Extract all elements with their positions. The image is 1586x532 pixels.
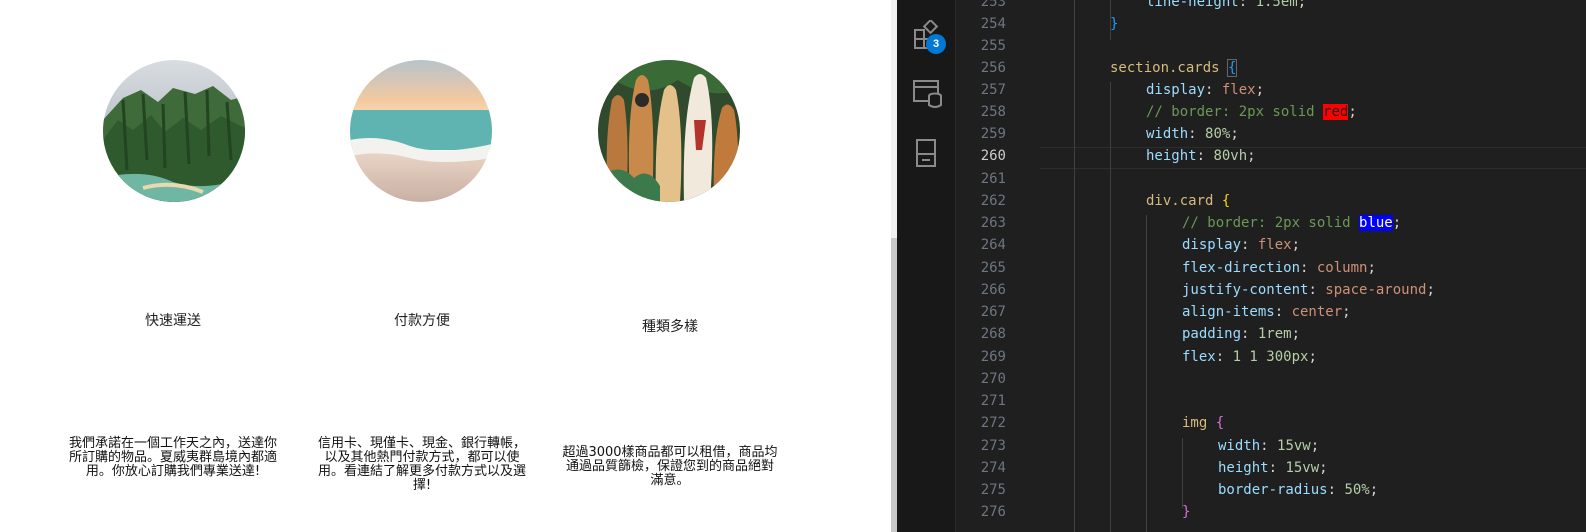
- code-line-265: flex-direction: column;: [1182, 260, 1376, 276]
- code-line-260: height: 80vh;: [1146, 148, 1256, 164]
- code-line-272: img {: [1182, 415, 1225, 431]
- line-number: 262: [980, 193, 1006, 209]
- line-number: 259: [980, 126, 1006, 142]
- line-number: 272: [980, 415, 1006, 431]
- line-number: 270: [980, 371, 1006, 387]
- card-title: 快速運送: [145, 313, 201, 329]
- line-number: 268: [980, 326, 1006, 342]
- card-title: 付款方便: [394, 313, 450, 329]
- color-swatch-blue: blue: [1359, 215, 1393, 231]
- card-description: 超過3000樣商品都可以租借，商品均通過品質篩檢，保證您到的商品絕對滿意。: [562, 445, 778, 488]
- code-line-266: justify-content: space-around;: [1182, 282, 1435, 298]
- indent-guide: [1182, 438, 1183, 508]
- mountain-cliffs-image: [103, 60, 245, 202]
- code-line-276: }: [1182, 504, 1191, 520]
- line-number: 253: [980, 0, 1006, 10]
- code-line-273: width: 15vw;: [1218, 438, 1320, 454]
- code-line-264: display: flex;: [1182, 237, 1301, 253]
- code-line-269: flex: 1 1 300px;: [1182, 349, 1317, 365]
- line-number: 265: [980, 260, 1006, 276]
- card-title: 種類多樣: [642, 319, 698, 335]
- line-number: 266: [980, 282, 1006, 298]
- card-fast-delivery: 快速運送 我們承諾在一個工作天之內，送達你所訂購的物品。夏威夷群島境內都適用。你…: [53, 0, 293, 532]
- code-editor[interactable]: line-height: 1.5em; } section.cards { di…: [1040, 0, 1586, 532]
- code-line-253: line-height: 1.5em;: [1146, 0, 1307, 10]
- line-number: 273: [980, 438, 1006, 454]
- database-icon[interactable]: [913, 78, 942, 108]
- indent-guide: [1110, 82, 1111, 532]
- color-swatch-red: red: [1323, 104, 1349, 120]
- surfboards-image: [598, 60, 740, 202]
- code-line-257: display: flex;: [1146, 82, 1265, 98]
- code-line-258: // border: 2px solid red;: [1146, 104, 1357, 120]
- line-number: 258: [980, 104, 1006, 120]
- current-line-highlight: [1040, 147, 1586, 169]
- indent-guide: [1146, 215, 1147, 532]
- indent-guide: [1074, 0, 1075, 532]
- line-number-gutter: 253 254 255 256 257 258 259 260 261 262 …: [956, 0, 1040, 532]
- code-line-267: align-items: center;: [1182, 304, 1351, 320]
- line-number-active: 260: [980, 148, 1006, 164]
- code-line-275: border-radius: 50%;: [1218, 482, 1379, 498]
- beach-waves-image: [350, 60, 492, 202]
- line-number: 267: [980, 304, 1006, 320]
- code-line-254: }: [1110, 16, 1119, 32]
- line-number: 264: [980, 237, 1006, 253]
- code-line-262: div.card {: [1146, 193, 1231, 209]
- code-line-256: section.cards {: [1110, 59, 1238, 77]
- line-number: 255: [980, 38, 1006, 54]
- line-number: 271: [980, 393, 1006, 409]
- line-number: 261: [980, 171, 1006, 187]
- card-description: 信用卡、現僅卡、現金、銀行轉帳，以及其他熱門付款方式，都可以使用。看連結了解更多…: [317, 436, 526, 493]
- line-number: 263: [980, 215, 1006, 231]
- code-line-268: padding: 1rem;: [1182, 326, 1301, 342]
- line-number: 275: [980, 482, 1006, 498]
- line-number: 254: [980, 16, 1006, 32]
- code-line-274: height: 15vw;: [1218, 460, 1328, 476]
- code-line-259: width: 80%;: [1146, 126, 1239, 142]
- line-number: 269: [980, 349, 1006, 365]
- line-number: 276: [980, 504, 1006, 520]
- line-number: 257: [980, 82, 1006, 98]
- line-number: 274: [980, 460, 1006, 476]
- extensions-badge: 3: [926, 34, 946, 54]
- browser-preview: 快速運送 我們承諾在一個工作天之內，送達你所訂購的物品。夏威夷群島境內都適用。你…: [0, 0, 891, 532]
- line-number: 256: [980, 60, 1006, 76]
- card-description: 我們承諾在一個工作天之內，送達你所訂購的物品。夏威夷群島境內都適用。你放心訂購我…: [68, 436, 277, 479]
- activity-bar: [897, 0, 956, 532]
- code-line-263: // border: 2px solid blue;: [1182, 215, 1402, 231]
- card-easy-payment: 付款方便 信用卡、現僅卡、現金、銀行轉帳，以及其他熱門付款方式，都可以使用。看連…: [302, 0, 542, 532]
- card-variety: 種類多樣 超過3000樣商品都可以租借，商品均通過品質篩檢，保證您到的商品絕對滿…: [550, 0, 790, 532]
- bookmark-icon[interactable]: [913, 138, 939, 168]
